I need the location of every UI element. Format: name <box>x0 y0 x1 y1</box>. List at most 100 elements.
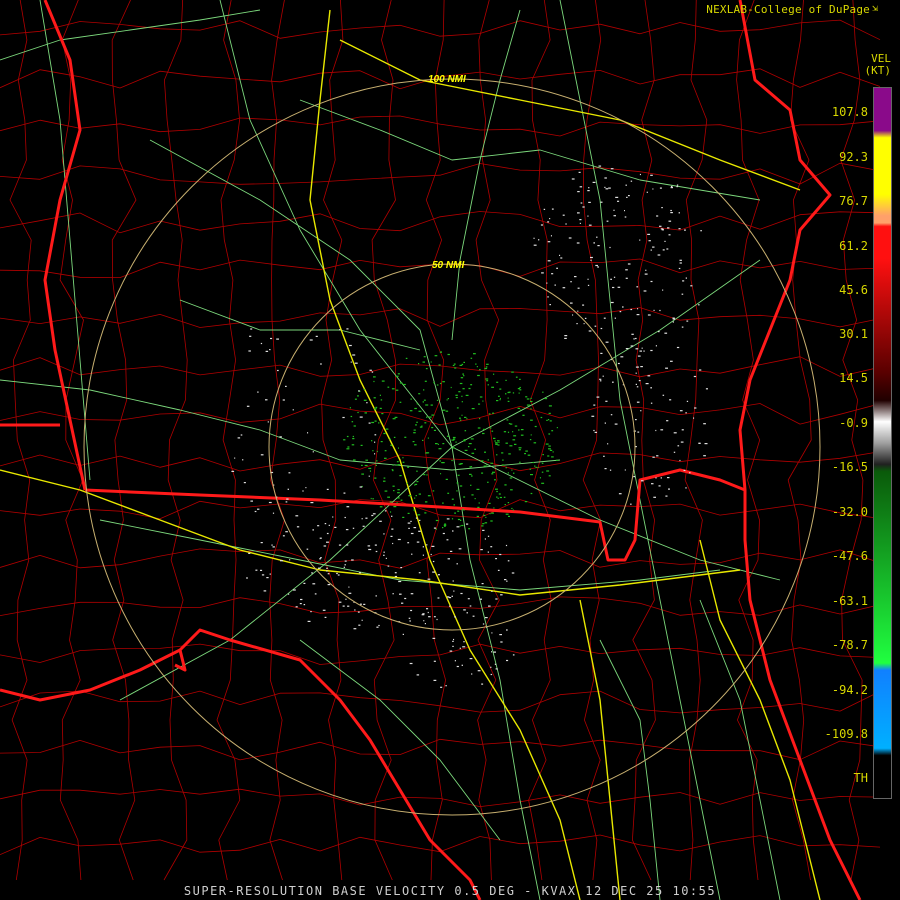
radar-echo <box>425 501 428 503</box>
radar-echo <box>648 240 651 242</box>
radar-echo <box>519 461 521 463</box>
radar-echo <box>436 399 438 401</box>
radar-echo <box>459 417 461 419</box>
radar-echo <box>400 567 403 569</box>
radar-echo <box>249 335 252 337</box>
radar-echo <box>359 603 362 605</box>
radar-echo <box>411 553 413 555</box>
radar-echo <box>451 595 453 597</box>
radar-echo <box>365 517 368 519</box>
radar-echo <box>698 304 700 306</box>
radar-echo <box>407 512 410 514</box>
radar-echo <box>637 355 641 357</box>
radar-echo <box>427 437 429 439</box>
radar-echo <box>438 364 441 366</box>
radar-echo <box>392 593 394 595</box>
radar-echo <box>505 513 509 515</box>
radar-echo <box>457 474 460 476</box>
radar-echo <box>452 530 454 532</box>
radar-echo <box>485 366 488 368</box>
radar-echo <box>444 523 447 525</box>
radar-echo <box>504 484 507 486</box>
radar-echo <box>520 429 524 431</box>
radar-echo <box>460 519 462 521</box>
radar-echo <box>524 453 526 455</box>
radar-echo <box>387 386 390 388</box>
radar-echo <box>399 475 402 477</box>
scale-label: 14.5 <box>839 371 868 385</box>
radar-echo <box>391 528 394 530</box>
radar-echo <box>394 572 397 574</box>
radar-echo <box>461 363 464 365</box>
radar-display: 50 NMI 100 NMI NEXLAB-College of DuPage … <box>0 0 900 900</box>
radar-echo <box>467 598 470 600</box>
radar-echo <box>385 557 387 559</box>
radar-echo <box>452 645 454 647</box>
radar-echo <box>414 407 417 410</box>
radar-echo <box>545 443 549 445</box>
radar-echo <box>640 480 644 482</box>
radar-echo <box>418 410 422 412</box>
radar-echo <box>618 493 622 495</box>
radar-echo <box>445 478 448 480</box>
radar-echo <box>492 471 495 473</box>
radar-echo <box>413 432 416 434</box>
radar-echo <box>507 560 510 562</box>
radar-echo <box>548 448 551 450</box>
radar-echo <box>271 544 273 546</box>
radar-echo <box>310 611 312 613</box>
highway <box>451 446 541 900</box>
radar-echo <box>374 408 377 410</box>
radar-echo <box>533 244 537 246</box>
radar-echo <box>650 249 652 251</box>
radar-echo <box>231 470 235 472</box>
radar-echo <box>630 180 633 182</box>
radar-echo <box>530 408 532 410</box>
radar-echo <box>270 337 273 340</box>
radar-echo <box>661 207 663 209</box>
radar-echo <box>667 477 670 479</box>
radar-echo <box>426 452 430 454</box>
radar-echo <box>379 520 382 522</box>
radar-echo <box>287 488 289 490</box>
radar-echo <box>505 467 507 469</box>
radar-echo <box>412 441 415 443</box>
radar-echo <box>348 592 352 594</box>
radar-echo <box>498 395 500 397</box>
radar-echo <box>439 351 442 353</box>
radar-echo <box>495 488 498 490</box>
radar-echo <box>655 345 657 347</box>
radar-echo <box>491 632 493 634</box>
radar-echo <box>459 647 461 649</box>
radar-echo <box>469 605 472 607</box>
radar-echo <box>496 490 498 493</box>
radar-echo <box>310 502 314 504</box>
radar-echo <box>437 574 440 576</box>
radar-echo <box>392 418 396 420</box>
radar-echo <box>480 549 483 551</box>
radar-echo <box>237 437 241 439</box>
radar-echo <box>439 382 442 385</box>
radar-echo <box>499 634 502 636</box>
cursor-icon: ⇲ <box>872 3 879 14</box>
radar-echo <box>393 490 395 492</box>
radar-echo <box>506 659 509 662</box>
radar-echo <box>364 464 368 467</box>
radar-echo <box>625 269 628 271</box>
radar-echo <box>635 348 639 350</box>
radar-echo <box>476 488 480 490</box>
radar-echo <box>482 623 485 625</box>
radar-echo <box>532 461 534 464</box>
radar-echo <box>390 535 393 537</box>
interstate <box>339 39 801 191</box>
radar-echo <box>375 550 378 553</box>
radar-echo <box>676 346 680 349</box>
radar-echo <box>672 318 676 320</box>
radar-echo <box>446 518 450 520</box>
radar-echo <box>422 361 425 363</box>
radar-echo <box>463 439 466 441</box>
radar-echo <box>374 544 377 546</box>
radar-echo <box>522 414 525 416</box>
scale-label: -94.2 <box>831 683 868 697</box>
radar-echo <box>276 338 279 340</box>
